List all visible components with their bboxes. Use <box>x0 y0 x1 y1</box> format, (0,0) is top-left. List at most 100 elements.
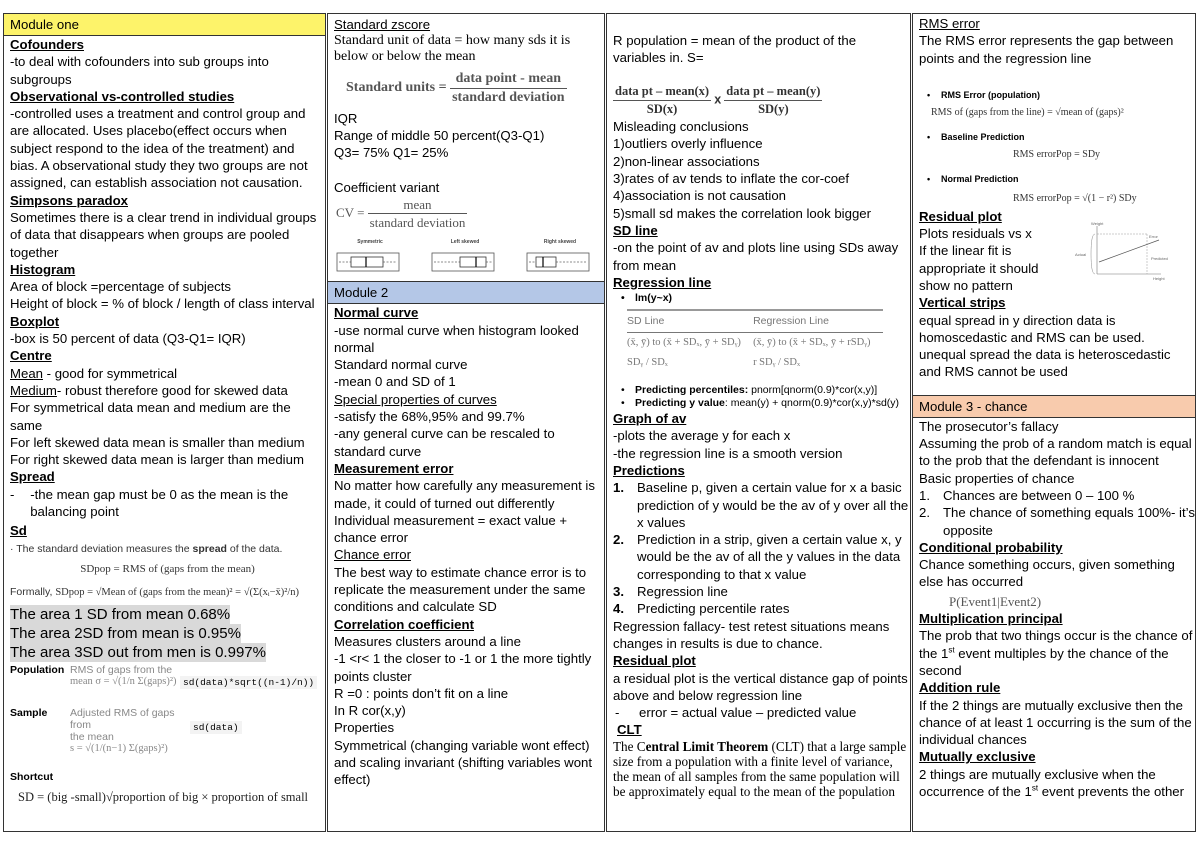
formula-1-denominator: SD(x) <box>646 101 678 116</box>
prosecutors-fallacy-text: Assuming the prob of a random match is e… <box>919 436 1192 469</box>
special-line-2: -any general curve can be rescaled to st… <box>334 426 555 459</box>
r-population-text: R population = mean of the product of th… <box>613 33 857 66</box>
cv-heading: Coefficient variant <box>334 179 440 195</box>
predicting-percentiles-text: pnorm[qnorm(0.9)*cor(x,y)] <box>751 384 878 397</box>
module-3-body: The prosecutor’s fallacy Assuming the pr… <box>913 418 1195 801</box>
baseline-prediction-formula: RMS errorPop = SDy <box>1013 149 1101 161</box>
correlation-line-6: Symmetrical (changing variable wont effe… <box>334 737 593 788</box>
baseline-prediction-bullet: Baseline Prediction <box>919 131 1195 143</box>
prediction-text: Predicting percentile rates <box>637 601 790 617</box>
centre-line-3: For right skewed data mean is larger tha… <box>10 452 304 468</box>
mean-text: - good for symmetrical <box>43 365 178 381</box>
sd-formula-2-line: Formally, SDpop = √Mean of (gaps from th… <box>10 584 325 601</box>
misleading-item: 2)non-linear associations <box>613 153 760 169</box>
basic-property-number: 1. <box>919 487 930 503</box>
measurement-error-heading: Measurement error <box>334 460 454 476</box>
residual-plot-heading: Residual plot <box>613 653 696 669</box>
normal-line-1: -use normal curve when histogram looked … <box>334 322 579 355</box>
prediction-text: Prediction in a strip, given a certain v… <box>637 532 902 582</box>
population-row: Population RMS of gaps from the mean σ = … <box>10 664 325 690</box>
sd-bullet-1-bold: spread <box>192 542 227 555</box>
misleading-item: 1)outliers overly influence <box>613 136 763 152</box>
iqr-heading: IQR <box>334 110 358 126</box>
standard-units-label: Standard units = <box>346 80 447 96</box>
shortcut-formula: SD = (big -small)√proportion of big × pr… <box>18 789 309 804</box>
multiplication-post: event multiples by the chance of the sec… <box>919 645 1169 678</box>
residual-diagram: Weight Actual Error Predicted Height <box>1075 221 1168 281</box>
vertical-strips-heading: Vertical strips <box>919 295 1006 311</box>
spread-text: -the mean gap must be 0 as the mean is t… <box>30 486 289 520</box>
rms-population-bullet: RMS Error (population) <box>919 89 1195 101</box>
boxplot-left-skewed: Left skewed <box>429 234 501 282</box>
column-4-top: RMS error The RMS error represents the g… <box>913 14 1195 395</box>
diagram-label-height: Height <box>1153 276 1165 281</box>
formula-times: x <box>714 92 722 107</box>
conditional-probability-heading: Conditional probability <box>919 539 1063 555</box>
area-1sd: The area 1 SD from mean 0.68% <box>10 605 231 625</box>
rms-error-text: The RMS error represents the gap between… <box>919 33 1174 66</box>
predicting-percentiles-label: Predicting percentiles: <box>635 384 752 397</box>
correlation-formula: data pt – mean(x) SD(x) x data pt – mean(… <box>613 83 910 119</box>
zscore-heading: Standard zscore <box>334 17 431 32</box>
normal-prediction-formula: RMS errorPop = √(1 − r²) SDy <box>1013 193 1137 205</box>
prosecutors-fallacy-heading: The prosecutor’s fallacy <box>919 418 1059 434</box>
boxplot-heading: Boxplot <box>10 313 60 329</box>
cv-label: CV = <box>336 204 365 220</box>
iqr-line-1: Range of middle 50 percent(Q3-Q1) <box>334 128 545 144</box>
regression-lm-bullet: lm(y~x) <box>613 291 910 305</box>
medium-label: Medium <box>10 382 57 398</box>
histogram-heading: Histogram <box>10 261 76 277</box>
clt-pre: The C <box>613 738 646 754</box>
measurement-line-2: Individual measurement = exact value + c… <box>334 512 568 546</box>
sample-label: Sample <box>10 707 48 720</box>
column-3-body: R population = mean of the product of th… <box>607 14 910 799</box>
sd-formula-1: SDpop = RMS of (gaps from the mean) <box>80 562 255 575</box>
prediction-text: Regression line <box>637 584 728 600</box>
centre-line-1: For symmetrical data mean and medium are… <box>10 400 291 433</box>
boxplot-symmetric: Symmetric <box>334 234 406 282</box>
diagram-label-weight: Weight <box>1091 221 1104 226</box>
boxplot-text: -box is 50 percent of data (Q3-Q1= IQR) <box>10 331 246 347</box>
boxplot-right-chart <box>526 252 590 272</box>
prediction-text: Baseline p, given a certain value for x … <box>637 480 909 530</box>
formula-2-denominator: SD(y) <box>758 101 789 116</box>
basic-property-text: The chance of something equals 100%- it’… <box>943 505 1195 538</box>
residual-plot-text: a residual plot is the vertical distance… <box>613 670 908 703</box>
zscore-text: Standard unit of data = how many sds it … <box>334 33 571 65</box>
special-line-1: -satisfy the 68%,95% and 99.7% <box>334 409 525 425</box>
measurement-line-1: No matter how carefully any measurement … <box>334 478 595 511</box>
prediction-number: 2. <box>613 532 624 548</box>
cofounders-text: -to deal with cofounders into sub groups… <box>10 54 269 87</box>
spread-item: - -the mean gap must be 0 as the mean is… <box>10 486 325 521</box>
chance-error-heading: Chance error <box>334 547 411 563</box>
normal-line-2: Standard normal curve <box>334 357 468 373</box>
predicting-percentiles: Predicting percentiles: pnorm[qnorm(0.9)… <box>613 384 910 397</box>
cv-formula: CV = mean standard deviation <box>336 196 604 232</box>
sd-formula-2: SDpop = √Mean of (gaps from the mean)² =… <box>55 586 300 598</box>
basic-properties-heading: Basic properties of chance <box>919 470 1075 486</box>
population-desc: RMS of gaps from the mean σ = √(1/n Σ(gap… <box>70 664 180 689</box>
correlation-heading: Correlation coefficient <box>334 616 474 632</box>
residual-bullet: - error = actual value – predicted value <box>613 704 910 721</box>
cv-numerator: mean <box>367 196 468 215</box>
area-3sd: The area 3SD out from men is 0.997% <box>10 643 266 663</box>
diagram-label-actual: Actual <box>1075 252 1086 257</box>
clt-heading: CLT <box>617 722 642 738</box>
sd-bullet-1: · The standard deviation measures the sp… <box>10 542 283 555</box>
table-cell: (x̄, ȳ) to (x̄ + SDₓ, ȳ + SDᵧ) <box>627 337 741 349</box>
normal-curve-heading: Normal curve <box>334 305 419 321</box>
boxplot-symmetric-chart <box>336 252 400 272</box>
simpsons-text: Sometimes there is a clear trend in indi… <box>10 209 317 260</box>
predicting-y-label: Predicting y value <box>635 397 725 410</box>
observational-text: -controlled uses a treatment and control… <box>10 106 308 191</box>
prediction-number: 1. <box>613 480 624 496</box>
conditional-probability-text: Chance something occurs, given something… <box>919 557 1175 590</box>
multiplication-heading: Multiplication principal <box>919 611 1063 627</box>
regression-line-heading: Regression line <box>613 274 712 290</box>
prediction-item: 1. Baseline p, given a certain value for … <box>613 479 910 531</box>
zscore-section: Standard zscore Standard unit of data = … <box>328 14 604 281</box>
boxplot-figures: Symmetric Left skewed Right skewed <box>334 234 604 282</box>
area-2sd: The area 2SD from mean is 0.95% <box>10 624 241 644</box>
boxplot-right-title: Right skewed <box>543 238 577 245</box>
mutually-exclusive-heading: Mutually exclusive <box>919 749 1036 765</box>
